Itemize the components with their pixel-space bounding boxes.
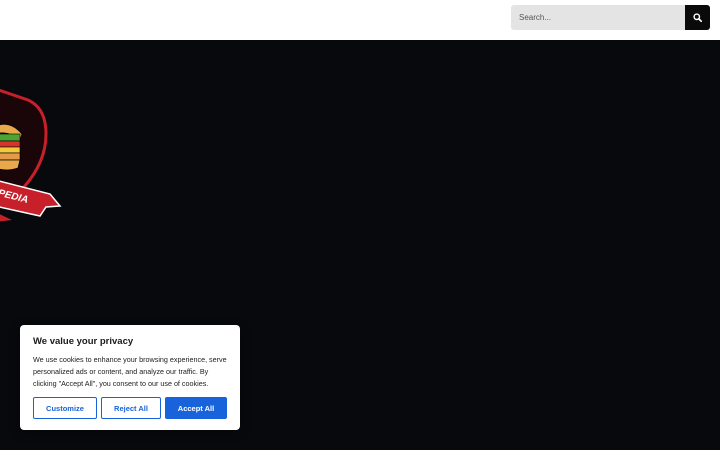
sandwich-icon — [0, 123, 23, 171]
cookie-actions: Customize Reject All Accept All — [33, 397, 227, 419]
search-input[interactable] — [511, 5, 685, 30]
search-form — [511, 5, 710, 30]
cookie-description: We use cookies to enhance your browsing … — [33, 355, 227, 388]
search-button[interactable] — [685, 5, 710, 30]
site-header — [0, 0, 720, 40]
cookie-title: We value your privacy — [33, 336, 134, 347]
search-icon — [693, 13, 702, 22]
accept-all-button[interactable]: Accept All — [165, 397, 227, 419]
cookie-consent-banner: We value your privacy We use cookies to … — [20, 325, 240, 430]
site-logo[interactable]: PEDIA — [0, 82, 70, 222]
reject-all-button[interactable]: Reject All — [101, 397, 161, 419]
customize-button[interactable]: Customize — [33, 397, 97, 419]
